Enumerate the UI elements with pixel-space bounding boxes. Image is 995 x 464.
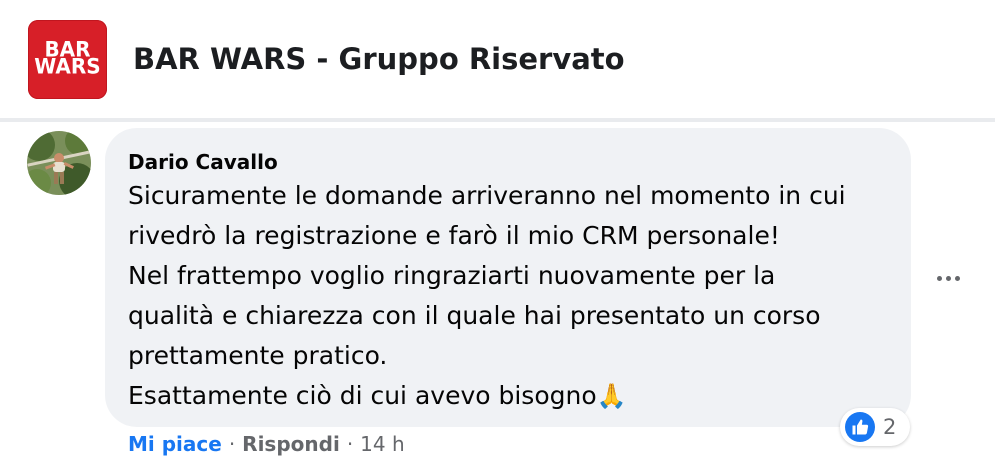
more-options-button[interactable] — [930, 260, 966, 296]
reaction-count: 2 — [883, 415, 897, 439]
thumbs-up-icon — [845, 412, 875, 442]
group-title[interactable]: BAR WARS - Gruppo Riservato — [133, 42, 625, 76]
comment-actions: Mi piace · Rispondi · 14 h — [128, 432, 405, 456]
comment-line: rivedrò la registrazione e farò il mio C… — [128, 221, 780, 250]
dot-icon — [945, 275, 951, 281]
avatar-photo — [27, 131, 91, 195]
logo-text-line2: WARS — [34, 53, 101, 79]
separator: · — [228, 432, 236, 456]
comment-text: Sicuramente le domande arriveranno nel m… — [128, 176, 898, 416]
comment-author[interactable]: Dario Cavallo — [128, 150, 278, 174]
like-button[interactable]: Mi piace — [128, 432, 222, 456]
reply-button[interactable]: Rispondi — [242, 432, 340, 456]
group-logo[interactable]: BAR WARS — [28, 20, 107, 99]
comment-line: qualità e chiarezza con il quale hai pre… — [128, 301, 821, 330]
reactions-summary[interactable]: 2 — [840, 408, 910, 446]
avatar[interactable] — [27, 131, 91, 195]
comment-line-text: Esattamente ciò di cui avevo bisogno — [128, 381, 597, 410]
timestamp[interactable]: 14 h — [360, 432, 404, 456]
group-header: BAR WARS BAR WARS - Gruppo Riservato — [0, 0, 995, 118]
dot-icon — [954, 275, 960, 281]
comment-line: prettamente pratico. — [128, 341, 388, 370]
dot-icon — [936, 275, 942, 281]
folded-hands-emoji: 🙏 — [596, 382, 627, 410]
comment-line: Sicuramente le domande arriveranno nel m… — [128, 181, 846, 210]
comment-line: Nel frattempo voglio ringraziarti nuovam… — [128, 261, 776, 290]
header-divider — [0, 118, 995, 122]
comment-line-last: Esattamente ciò di cui avevo bisogno🙏 — [128, 376, 898, 416]
separator: · — [346, 432, 354, 456]
